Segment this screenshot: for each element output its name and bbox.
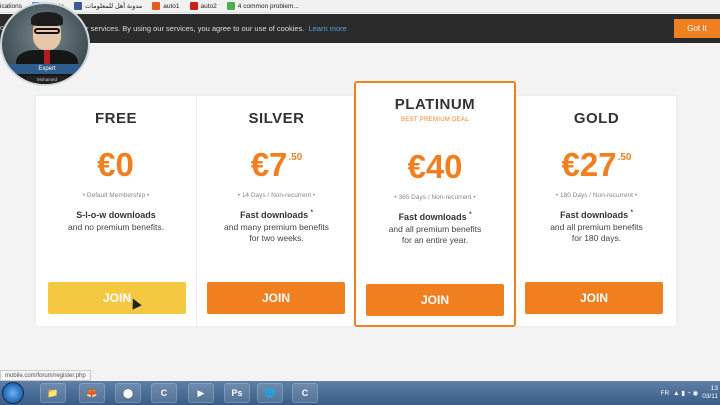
language-indicator[interactable]: FR [661, 390, 670, 397]
chrome-taskbar-icon[interactable]: ⬤ [115, 383, 141, 403]
plan-meta: • 14 Days / Non-recurrent • [237, 192, 316, 199]
bookmark-item[interactable]: مدونة أهل للمعلومات [74, 2, 142, 10]
explorer-taskbar-icon[interactable]: 📁 [40, 383, 66, 403]
bookmark-item[interactable]: auto2 [189, 2, 217, 10]
plan-price: €7.50 [197, 146, 356, 184]
clock-date: 03/11 [702, 393, 718, 400]
plan-gold: GOLD €27.50 • 180 Days / Non-recurrent •… [517, 96, 676, 326]
facebook-icon [74, 2, 83, 10]
feature-star: * [630, 210, 633, 216]
system-tray: FR ▲ ▮ ◔ ◉ 13 03/11 [661, 381, 720, 405]
price-cents: .50 [617, 152, 632, 163]
clock-time: 13 [710, 385, 718, 392]
idm-taskbar-icon[interactable]: 🌐 [257, 383, 283, 403]
join-button-free[interactable]: JOIN [48, 282, 186, 314]
plan-meta: • 180 Days / Non-recurrent • [555, 192, 638, 199]
price-amount: €40 [407, 148, 463, 185]
cookie-banner: okie r services. By using our services, … [0, 14, 720, 43]
cookie-text: r services. By using our services, you a… [86, 24, 305, 33]
camtasia-taskbar-icon[interactable]: C [151, 383, 177, 403]
plan-platinum: PLATINUM BEST PREMIUM DEAL €40 • 365 Day… [354, 81, 516, 327]
windows-taskbar: 📁 🦊 ⬤ C ▶ Ps 🌐 C FR ▲ ▮ ◔ ◉ 13 03/11 [0, 381, 720, 405]
plan-meta: • Default Membership • [82, 192, 150, 199]
feature-line-1: and no premium benefits. [68, 222, 164, 232]
feature-title-text: S-l-o-w downloads [76, 210, 156, 220]
feature-line-2: for two weeks. [249, 233, 304, 243]
avatar-glasses [34, 28, 60, 34]
bookmark-label: مدونة أهل للمعلومات [85, 3, 143, 10]
feature-title: S-l-o-w downloads [36, 210, 196, 220]
bookmark-item[interactable]: auto1 [152, 2, 180, 10]
plan-price: €0 [36, 146, 196, 184]
blogger-icon [152, 2, 161, 10]
price-amount: €0 [97, 146, 134, 183]
learn-more-link[interactable]: Learn more [308, 24, 346, 33]
plan-name: GOLD [573, 110, 620, 127]
feature-title: Fast downloads * [356, 212, 514, 222]
start-button[interactable] [2, 382, 24, 404]
avatar-banner-2: Mohamed [26, 76, 68, 83]
price-cents: .50 [288, 152, 303, 163]
bookmarks-bar: ications Google مدونة أهل للمعلومات auto… [0, 0, 720, 13]
feature-title-text: Fast downloads [560, 210, 629, 220]
feature-line-2: for an entire year. [401, 235, 469, 245]
youtube-icon [189, 2, 198, 10]
recorder-taskbar-icon[interactable]: C [292, 383, 318, 403]
tray-icons: ▲ ▮ ◔ ◉ [673, 390, 699, 397]
photoshop-taskbar-icon[interactable]: Ps [224, 383, 250, 403]
feature-star: * [469, 212, 472, 218]
webcam-avatar: Expert Mohamed [0, 2, 90, 86]
plan-name: PLATINUM [394, 96, 476, 113]
plan-meta: • 365 Days / Non-recurrent • [394, 194, 476, 201]
bookmark-label: auto2 [200, 2, 217, 10]
plan-name: SILVER [248, 110, 305, 127]
status-url: mobile.com/forum/register.php [0, 370, 91, 381]
plan-subtitle: BEST PREMIUM DEAL [400, 117, 469, 123]
feature-line-1: and all premium benefits [388, 224, 482, 234]
join-button-platinum[interactable]: JOIN [366, 284, 504, 316]
avatar-hair [31, 12, 63, 26]
avatar-banner: Expert [8, 64, 86, 74]
price-amount: €27 [561, 146, 617, 183]
clock[interactable]: 13 03/11 [702, 385, 718, 401]
plan-name: FREE [94, 110, 137, 127]
feature-title: Fast downloads * [517, 210, 676, 220]
plan-free: FREE €0 • Default Membership • S-l-o-w d… [36, 96, 196, 326]
page-icon [226, 2, 235, 10]
price-amount: €7 [250, 146, 288, 183]
feature-title-text: Fast downloads [398, 212, 467, 222]
feature-title-text: Fast downloads [240, 210, 309, 220]
feature-star: * [310, 210, 313, 216]
bookmark-item[interactable]: 4 common problem... [226, 2, 299, 10]
plan-price: €40 [356, 148, 514, 186]
join-button-gold[interactable]: JOIN [525, 282, 663, 314]
got-it-button[interactable]: Got It [674, 19, 720, 38]
plan-price: €27.50 [517, 146, 676, 184]
feature-line-1: and many premium benefits [224, 222, 329, 232]
media-player-taskbar-icon[interactable]: ▶ [188, 383, 214, 403]
firefox-taskbar-icon[interactable]: 🦊 [79, 383, 105, 403]
bookmark-label: auto1 [163, 2, 180, 10]
join-button-silver[interactable]: JOIN [207, 282, 345, 314]
plan-silver: SILVER €7.50 • 14 Days / Non-recurrent •… [196, 96, 356, 326]
feature-line-2: for 180 days. [571, 233, 622, 243]
feature-title: Fast downloads * [197, 210, 356, 220]
feature-line-1: and all premium benefits [550, 222, 643, 232]
bookmark-label: 4 common problem... [237, 2, 299, 10]
pricing-panel: FREE €0 • Default Membership • S-l-o-w d… [36, 81, 676, 327]
